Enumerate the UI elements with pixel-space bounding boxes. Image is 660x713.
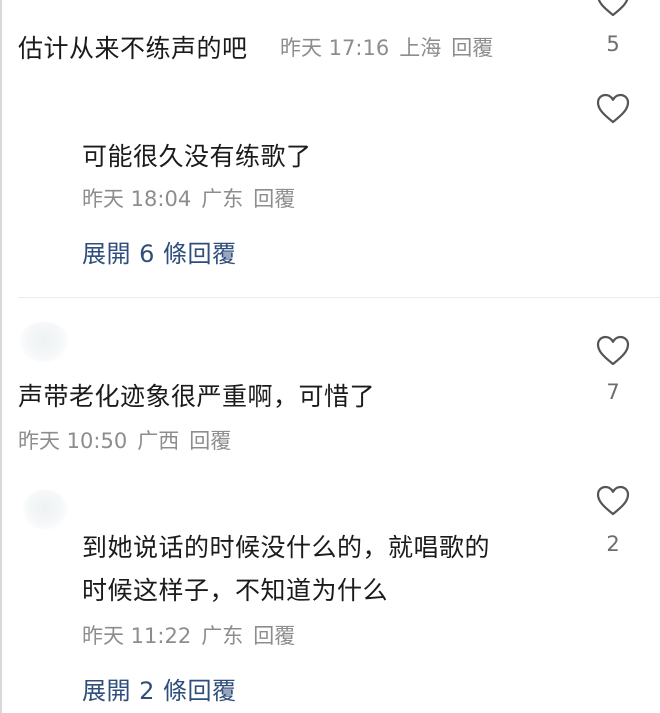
- like-count: 2: [606, 532, 620, 556]
- heart-icon[interactable]: [596, 0, 630, 17]
- comment-location: 上海: [399, 36, 442, 60]
- like-count: 7: [606, 380, 620, 404]
- comment-meta: 昨天 11:22 广东 回覆: [82, 620, 305, 650]
- comment-time: 昨天 18:04: [82, 187, 192, 211]
- comment-text: 声带老化迹象很严重啊，可惜了: [18, 382, 376, 411]
- reply-button[interactable]: 回覆: [253, 624, 295, 648]
- comment-meta: 昨天 18:04 广东 回覆: [82, 183, 305, 213]
- comment-time: 昨天 11:22: [82, 624, 192, 648]
- reply-text-line1: 到她说话的时候没什么的，就唱歌的: [82, 533, 491, 562]
- reply-button[interactable]: 回覆: [189, 429, 231, 453]
- comment-time: 昨天 17:16: [280, 36, 390, 60]
- heart-icon[interactable]: [596, 335, 630, 366]
- divider: [18, 297, 660, 298]
- expand-replies-button[interactable]: 展開 2 條回覆: [82, 671, 237, 706]
- avatar[interactable]: [18, 322, 70, 362]
- reply-button[interactable]: 回覆: [253, 187, 295, 211]
- expand-replies-button[interactable]: 展開 6 條回覆: [82, 234, 237, 269]
- comment-location: 广东: [201, 624, 244, 648]
- avatar[interactable]: [22, 490, 68, 530]
- comment-meta: 昨天 17:16 上海 回覆: [280, 32, 503, 62]
- heart-icon[interactable]: [596, 485, 630, 516]
- comment-text: 估计从来不练声的吧: [18, 34, 248, 63]
- comment-location: 广东: [201, 187, 244, 211]
- comment-location: 广西: [137, 429, 180, 453]
- left-edge: [0, 0, 2, 713]
- heart-icon[interactable]: [596, 93, 630, 124]
- like-count: 5: [606, 32, 620, 56]
- comment-time: 昨天 10:50: [18, 429, 128, 453]
- reply-button[interactable]: 回覆: [451, 36, 493, 60]
- reply-text: 可能很久没有练歌了: [82, 142, 312, 171]
- reply-text-line2: 时候这样子，不知道为什么: [82, 576, 389, 605]
- comment-meta: 昨天 10:50 广西 回覆: [18, 425, 241, 455]
